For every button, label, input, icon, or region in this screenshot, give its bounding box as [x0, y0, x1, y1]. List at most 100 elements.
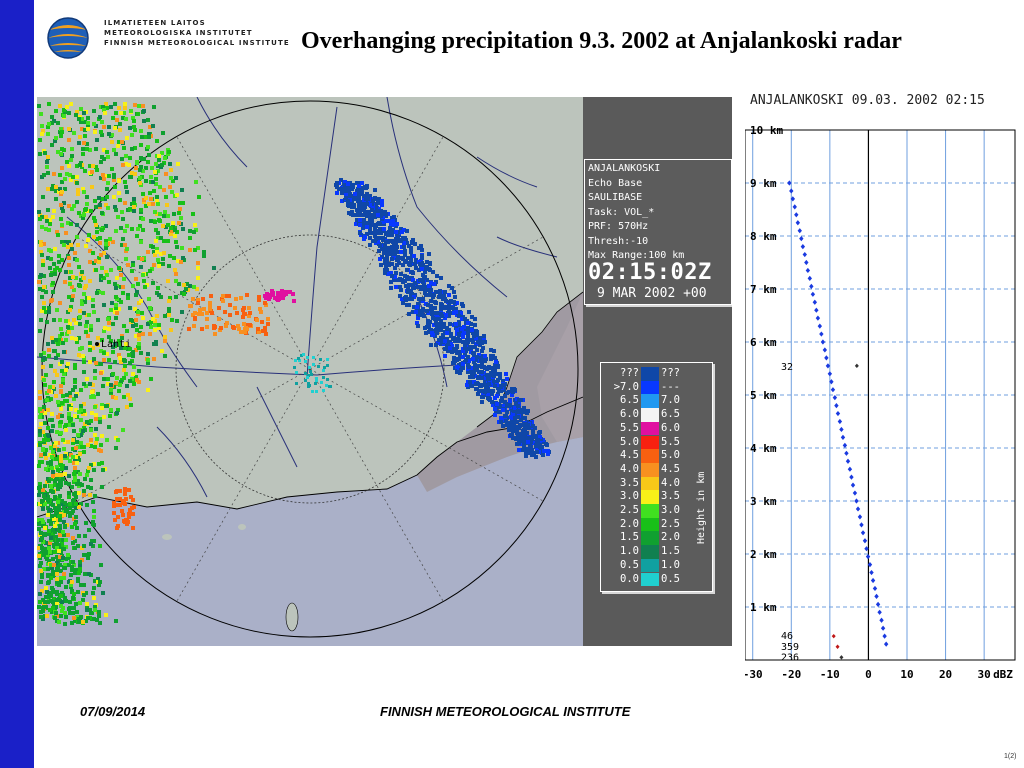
radar-echo-pixel	[84, 207, 88, 211]
profile-data-point	[830, 387, 836, 393]
radar-echo-pixel	[37, 280, 41, 284]
radar-echo-pixel	[202, 307, 206, 311]
radar-echo-pixel	[297, 357, 300, 360]
radar-echo-pixel	[140, 257, 144, 261]
radar-echo-pixel	[448, 322, 452, 326]
radar-echo-pixel	[63, 611, 67, 615]
radar-echo-pixel	[482, 334, 486, 338]
radar-echo-pixel	[100, 485, 104, 489]
radar-echo-pixel	[77, 117, 81, 121]
radar-echo-pixel	[132, 201, 136, 205]
radar-echo-pixel	[399, 239, 403, 243]
legend-row: 6.5 7.0	[601, 394, 712, 409]
radar-echo-pixel	[90, 390, 94, 394]
radar-echo-pixel	[98, 580, 102, 584]
radar-echo-pixel	[68, 308, 72, 312]
radar-echo-pixel	[163, 210, 167, 214]
radar-echo-pixel	[400, 230, 404, 234]
radar-echo-pixel	[85, 503, 89, 507]
radar-echo-pixel	[346, 182, 350, 186]
radar-echo-pixel	[54, 611, 58, 615]
profile-data-point	[870, 577, 876, 584]
radar-echo-pixel	[379, 209, 383, 213]
radar-echo-pixel	[64, 615, 68, 619]
radar-echo-pixel	[68, 502, 72, 506]
radar-echo-pixel	[62, 350, 66, 354]
radar-echo-pixel	[184, 287, 188, 291]
profile-y-tick-label: 8 km	[750, 230, 777, 243]
radar-echo-pixel	[122, 368, 126, 372]
radar-echo-pixel	[208, 307, 212, 311]
radar-echo-pixel	[43, 484, 47, 488]
logo-line-3: FINNISH METEOROLOGICAL INSTITUTE	[104, 39, 290, 47]
radar-echo-pixel	[52, 380, 56, 384]
profile-data-point	[820, 339, 826, 345]
radar-echo-pixel	[174, 279, 178, 283]
profile-data-point	[802, 251, 807, 258]
radar-echo-pixel	[45, 590, 49, 594]
radar-echo-pixel	[82, 553, 86, 557]
radar-echo-pixel	[192, 285, 196, 289]
radar-echo-pixel	[75, 258, 79, 262]
radar-echo-pixel	[443, 339, 447, 343]
radar-echo-pixel	[131, 526, 135, 530]
radar-echo-pixel	[146, 118, 150, 122]
radar-echo-pixel	[58, 318, 62, 322]
radar-echo-pixel	[390, 274, 394, 278]
radar-echo-pixel	[38, 138, 42, 142]
radar-echo-pixel	[505, 391, 509, 395]
radar-echo-pixel	[544, 442, 548, 446]
radar-echo-pixel	[162, 188, 166, 192]
radar-echo-pixel	[172, 256, 176, 260]
radar-echo-pixel	[436, 317, 440, 321]
radar-echo-pixel	[394, 247, 398, 251]
radar-echo-pixel	[483, 366, 487, 370]
radar-echo-pixel	[455, 370, 459, 374]
radar-echo-pixel	[166, 214, 170, 218]
radar-echo-pixel	[46, 132, 50, 136]
radar-echo-pixel	[97, 196, 101, 200]
radar-echo-pixel	[42, 301, 46, 305]
radar-echo-pixel	[92, 357, 96, 361]
radar-echo-pixel	[157, 158, 161, 162]
radar-echo-pixel	[71, 175, 75, 179]
radar-echo-pixel	[66, 440, 70, 444]
radar-echo-pixel	[97, 610, 101, 614]
radar-echo-pixel	[129, 109, 133, 113]
radar-echo-pixel	[152, 357, 156, 361]
radar-echo-pixel	[102, 377, 106, 381]
radar-echo-pixel	[82, 311, 86, 315]
radar-echo-pixel	[443, 290, 447, 294]
radar-echo-pixel	[89, 542, 93, 546]
radar-echo-pixel	[160, 349, 164, 353]
height-legend: ?????? >7.0 --- 6.5 7.0 6.0 6.5 5.5 6.0 5.0 5.5 4.5…	[600, 362, 713, 592]
radar-echo-pixel	[384, 232, 388, 236]
radar-info-line: ANJALANKOSKI	[588, 163, 661, 174]
radar-echo-pixel	[102, 303, 106, 307]
radar-echo-pixel	[59, 431, 63, 435]
radar-echo-pixel	[394, 271, 398, 275]
radar-echo-pixel	[74, 337, 78, 341]
profile-data-point	[839, 426, 844, 433]
radar-echo-pixel	[71, 611, 75, 615]
radar-echo-pixel	[81, 354, 85, 358]
radar-echo-pixel	[153, 170, 157, 174]
radar-echo-pixel	[266, 322, 270, 326]
radar-info-line: Thresh:-10	[588, 235, 649, 247]
radar-echo-pixel	[270, 289, 274, 293]
radar-echo-pixel	[314, 382, 317, 385]
profile-x-tick-label: 10	[900, 668, 913, 681]
radar-echo-pixel	[67, 491, 71, 495]
radar-echo-pixel	[78, 452, 82, 456]
radar-echo-pixel	[74, 502, 78, 506]
radar-echo-pixel	[82, 544, 86, 548]
radar-echo-pixel	[56, 500, 60, 504]
radar-echo-pixel	[121, 217, 125, 221]
radar-echo-pixel	[144, 179, 148, 183]
legend-low: 2.0	[620, 517, 639, 530]
radar-echo-pixel	[497, 389, 501, 393]
legend-low: 4.0	[620, 462, 639, 475]
radar-echo-pixel	[44, 467, 48, 471]
radar-echo-pixel	[121, 499, 125, 503]
radar-echo-pixel	[115, 311, 119, 315]
